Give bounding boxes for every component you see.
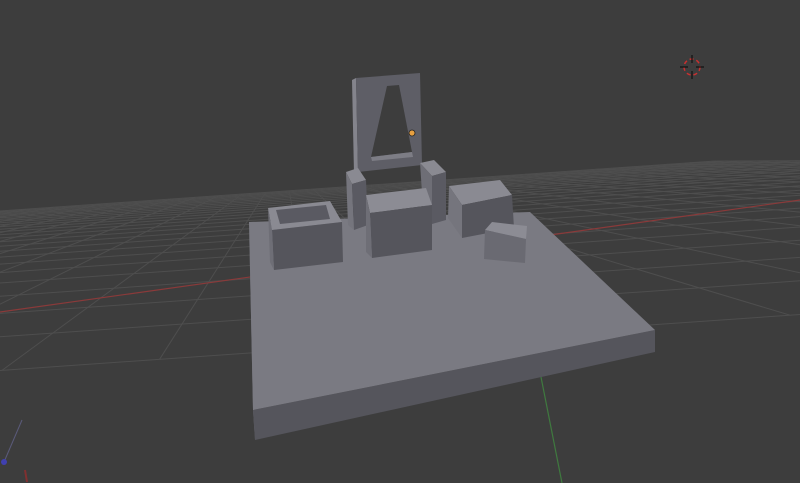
3d-viewport[interactable] xyxy=(0,0,800,483)
object-origin-icon xyxy=(408,129,416,137)
small-cube[interactable] xyxy=(484,222,527,263)
viewport-canvas[interactable] xyxy=(0,0,800,483)
door-panel[interactable] xyxy=(352,73,422,174)
open-box[interactable] xyxy=(268,201,343,270)
